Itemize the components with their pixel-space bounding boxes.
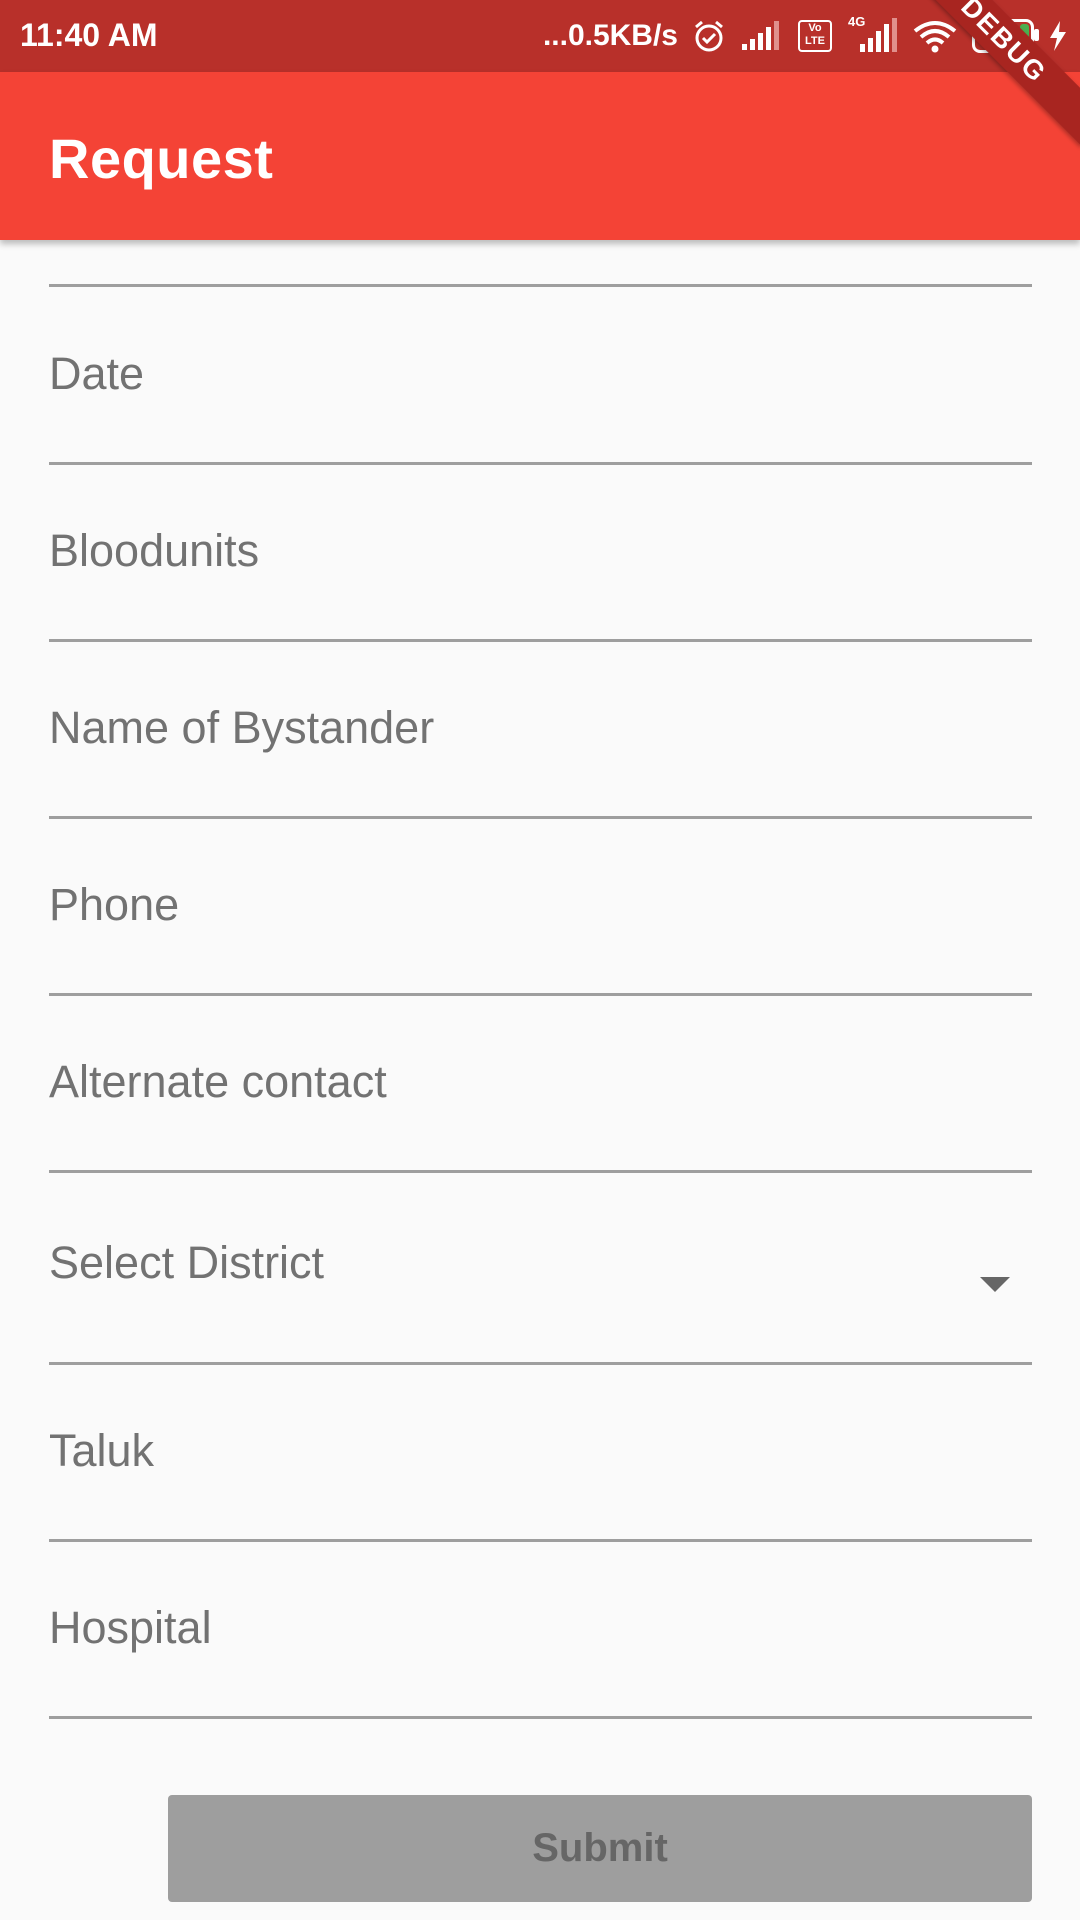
divider <box>49 284 1032 287</box>
hospital-label: Hospital <box>49 1602 212 1653</box>
phone-field[interactable]: Phone <box>49 819 1032 996</box>
debug-banner-container: DEBUG <box>880 0 1080 200</box>
alarm-icon <box>695 20 723 52</box>
debug-banner: DEBUG <box>897 0 1080 147</box>
taluk-field[interactable]: Taluk <box>49 1365 1032 1542</box>
bystander-name-field[interactable]: Name of Bystander <box>49 642 1032 819</box>
bloodunits-field[interactable]: Bloodunits <box>49 465 1032 642</box>
dropdown-arrow-icon[interactable] <box>980 1277 1010 1292</box>
page-title: Request <box>49 127 274 190</box>
taluk-label: Taluk <box>49 1425 155 1476</box>
hospital-field[interactable]: Hospital <box>49 1542 1032 1719</box>
signal-icon <box>742 21 779 50</box>
bloodunits-label: Bloodunits <box>49 525 260 576</box>
phone-label: Phone <box>49 879 180 930</box>
bystander-name-label: Name of Bystander <box>49 702 435 753</box>
submit-button[interactable]: Submit <box>168 1795 1032 1902</box>
alternate-contact-label: Alternate contact <box>49 1056 387 1107</box>
status-time: 11:40 AM <box>20 17 158 53</box>
date-label: Date <box>49 348 145 399</box>
volte-icon: Vo LTE <box>798 20 832 52</box>
date-field[interactable]: Date <box>49 288 1032 465</box>
district-label: Select District <box>49 1237 325 1288</box>
district-dropdown[interactable]: Select District <box>49 1173 1032 1365</box>
network-speed: ...0.5KB/s <box>542 19 678 52</box>
alternate-contact-field[interactable]: Alternate contact <box>49 996 1032 1173</box>
